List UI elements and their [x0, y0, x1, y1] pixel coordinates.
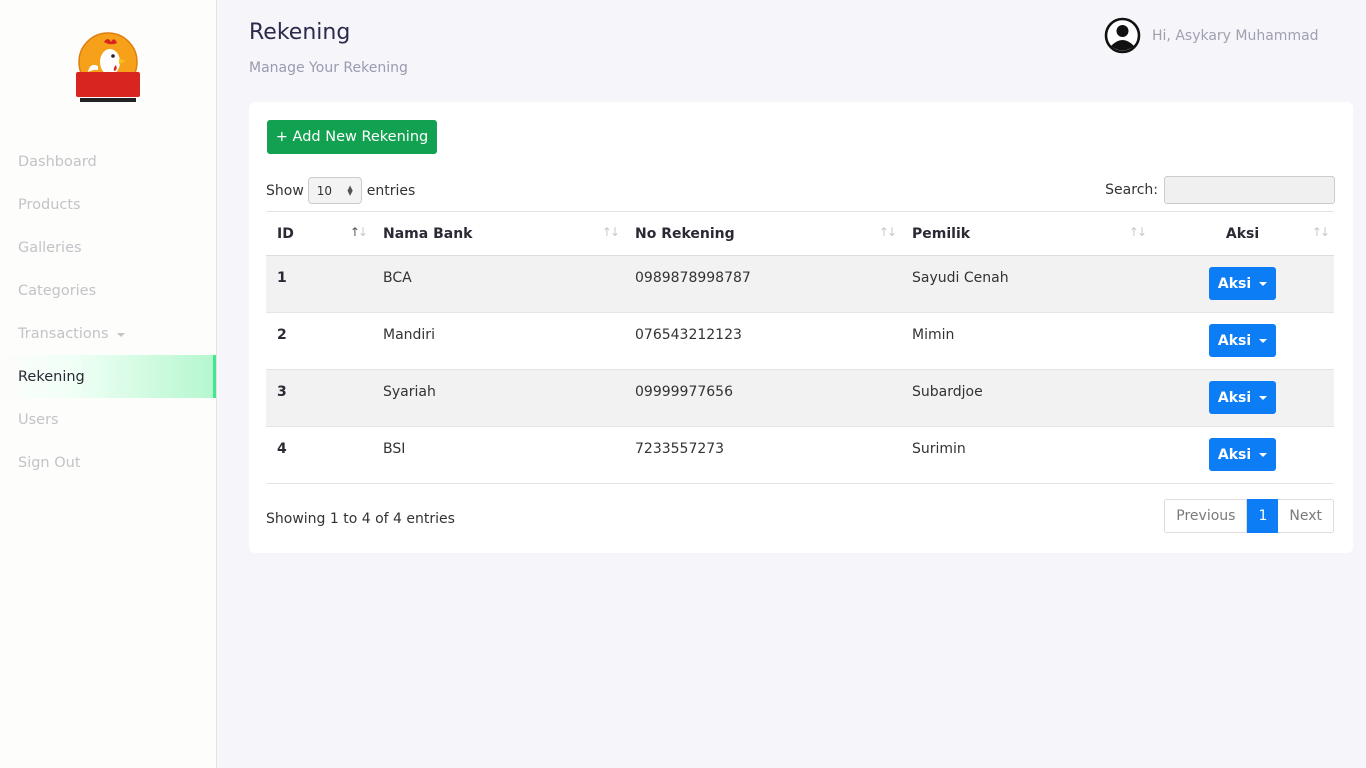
search-label: Search: — [1105, 182, 1158, 198]
sidebar-item-categories[interactable]: Categories — [0, 269, 216, 312]
column-header-id[interactable]: ID ↑↓ — [266, 212, 372, 256]
page-title: Rekening — [249, 20, 351, 45]
sidebar-item-label: Galleries — [18, 239, 82, 256]
cell-no-rekening: 7233557273 — [635, 441, 725, 457]
next-page-button[interactable]: Next — [1278, 499, 1334, 533]
aksi-dropdown-button[interactable]: Aksi — [1209, 381, 1276, 414]
caret-down-icon — [1259, 452, 1268, 457]
table-row: 3 Syariah 09999977656 Subardjoe Aksi — [266, 369, 1334, 427]
sidebar-item-label: Transactions — [18, 325, 109, 342]
entries-label: entries — [366, 182, 416, 199]
cell-id: 1 — [277, 270, 287, 286]
previous-page-button[interactable]: Previous — [1164, 499, 1248, 533]
cell-pemilik: Sayudi Cenah — [912, 270, 1009, 286]
cell-aksi: Aksi — [1151, 370, 1334, 427]
show-label: Show — [266, 182, 304, 199]
sort-icon: ↑↓ — [1128, 225, 1147, 239]
cell-id: 3 — [277, 384, 287, 400]
sort-icon: ↑↓ — [1311, 225, 1330, 239]
cell-aksi: Aksi — [1151, 256, 1334, 313]
sidebar-nav: Dashboard Products Galleries Categories … — [0, 140, 216, 484]
rekening-card: + Add New Rekening Show 10 ▲ ▼ entries Se… — [249, 102, 1353, 553]
page-length-value: 10 — [316, 183, 333, 198]
cell-pemilik: Subardjoe — [912, 384, 983, 400]
sidebar-item-transactions[interactable]: Transactions — [0, 312, 216, 355]
page-1-button[interactable]: 1 — [1247, 499, 1279, 533]
sidebar-item-label: Products — [18, 196, 81, 213]
brand-logo[interactable] — [74, 32, 142, 104]
user-menu[interactable]: Hi, Asykary Muhammad — [1104, 17, 1319, 54]
column-header-pemilik[interactable]: Pemilik ↑↓ — [901, 212, 1151, 256]
sidebar-item-galleries[interactable]: Galleries — [0, 226, 216, 269]
cell-no-rekening: 0989878998787 — [635, 270, 751, 286]
cell-no-rekening: 076543212123 — [635, 327, 742, 343]
sidebar-item-label: Dashboard — [18, 153, 97, 170]
cell-aksi: Aksi — [1151, 313, 1334, 370]
pagination: Previous 1 Next — [1164, 499, 1334, 533]
add-rekening-button[interactable]: + Add New Rekening — [267, 120, 437, 154]
sidebar-item-label: Rekening — [18, 368, 85, 385]
table-header-row: ID ↑↓ Nama Bank ↑↓ No Rekening ↑↓ Pemili… — [266, 211, 1334, 256]
user-greeting: Hi, Asykary Muhammad — [1152, 27, 1319, 44]
sort-icon: ↑↓ — [878, 225, 897, 239]
caret-down-icon — [1259, 338, 1268, 343]
table-info: Showing 1 to 4 of 4 entries — [266, 511, 455, 527]
aksi-dropdown-button[interactable]: Aksi — [1209, 324, 1276, 357]
cell-nama-bank: BSI — [383, 441, 406, 457]
sort-asc-icon: ↑↓ — [349, 225, 368, 239]
sidebar: Dashboard Products Galleries Categories … — [0, 0, 217, 768]
cell-id: 4 — [277, 441, 287, 457]
user-avatar-icon — [1104, 17, 1141, 54]
cell-nama-bank: Syariah — [383, 384, 436, 400]
sidebar-item-dashboard[interactable]: Dashboard — [0, 140, 216, 183]
page-subtitle: Manage Your Rekening — [249, 60, 408, 76]
sidebar-item-label: Categories — [18, 282, 97, 299]
caret-down-icon — [1259, 395, 1268, 400]
search-input[interactable] — [1164, 176, 1335, 204]
page-length-select[interactable]: 10 ▲ ▼ — [307, 177, 362, 204]
column-header-nama-bank[interactable]: Nama Bank ↑↓ — [372, 212, 624, 256]
chicken-logo-icon — [76, 32, 140, 102]
sidebar-item-products[interactable]: Products — [0, 183, 216, 226]
cell-pemilik: Mimin — [912, 327, 955, 343]
sidebar-item-rekening[interactable]: Rekening — [0, 355, 216, 398]
cell-no-rekening: 09999977656 — [635, 384, 733, 400]
cell-pemilik: Surimin — [912, 441, 966, 457]
sidebar-item-label: Users — [18, 411, 59, 428]
select-arrows-icon: ▲ ▼ — [347, 184, 353, 197]
aksi-dropdown-button[interactable]: Aksi — [1209, 267, 1276, 300]
caret-down-icon — [1259, 281, 1268, 286]
chevron-down-icon — [116, 332, 125, 337]
cell-aksi: Aksi — [1151, 427, 1334, 484]
sidebar-item-users[interactable]: Users — [0, 398, 216, 441]
table-row: 4 BSI 7233557273 Surimin Aksi — [266, 427, 1334, 484]
sidebar-item-label: Sign Out — [18, 454, 81, 471]
sidebar-item-sign-out[interactable]: Sign Out — [0, 441, 216, 484]
table-row: 1 BCA 0989878998787 Sayudi Cenah Aksi — [266, 255, 1334, 313]
search-control: Search: — [1105, 176, 1335, 204]
table-row: 2 Mandiri 076543212123 Mimin Aksi — [266, 313, 1334, 370]
cell-nama-bank: Mandiri — [383, 327, 435, 343]
rekening-table: ID ↑↓ Nama Bank ↑↓ No Rekening ↑↓ Pemili… — [266, 211, 1334, 484]
cell-id: 2 — [277, 327, 287, 343]
column-header-aksi[interactable]: Aksi ↑↓ — [1151, 212, 1334, 256]
aksi-dropdown-button[interactable]: Aksi — [1209, 438, 1276, 471]
sort-icon: ↑↓ — [601, 225, 620, 239]
page-length-control: Show 10 ▲ ▼ entries — [266, 177, 415, 204]
column-header-no-rekening[interactable]: No Rekening ↑↓ — [624, 212, 901, 256]
cell-nama-bank: BCA — [383, 270, 412, 286]
